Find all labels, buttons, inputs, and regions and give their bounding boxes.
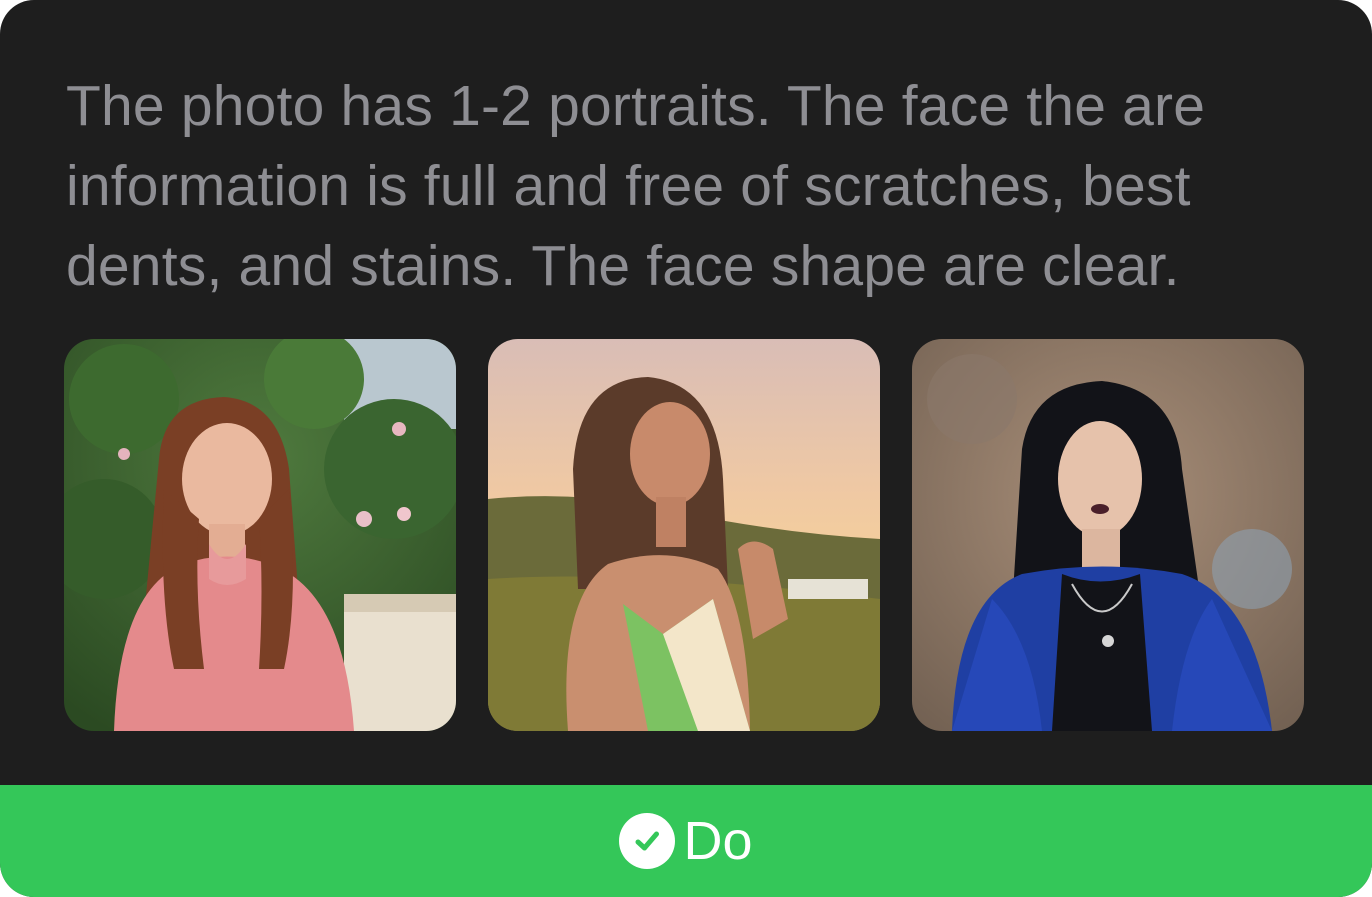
description-line-2: information is full and free of scratche…	[66, 154, 1191, 218]
do-banner: Do	[0, 785, 1372, 897]
example-photo-3	[912, 339, 1304, 731]
description-line-3: dents, and stains. The face shape are cl…	[66, 234, 1180, 298]
example-photo-2	[488, 339, 880, 731]
guideline-card: The photo has 1-2 portraits. The face th…	[0, 0, 1372, 897]
do-label: Do	[683, 811, 753, 871]
checkmark-circle-icon	[619, 813, 676, 869]
description-line-1: The photo has 1-2 portraits. The face th…	[66, 74, 1206, 138]
example-photo-1	[64, 339, 456, 731]
guideline-description: The photo has 1-2 portraits. The face th…	[66, 66, 1316, 306]
